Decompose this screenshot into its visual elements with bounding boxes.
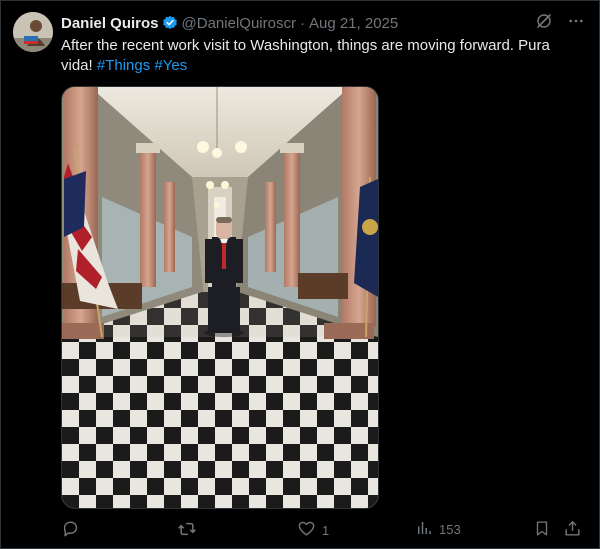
tweet-text: After the recent work visit to Washingto… [61, 36, 581, 76]
tweet-photo[interactable] [61, 86, 379, 509]
retweet-icon [177, 519, 197, 542]
post-date[interactable]: Aug 21, 2025 [309, 15, 398, 32]
hashtag-link[interactable]: #Things [97, 57, 150, 74]
bookmark-button[interactable] [533, 519, 551, 541]
separator-dot: · [299, 14, 305, 32]
grok-icon[interactable] [535, 12, 553, 34]
verified-badge-icon [162, 15, 178, 31]
like-icon [297, 519, 316, 541]
reply-button[interactable] [61, 519, 80, 541]
avatar[interactable] [13, 12, 53, 52]
author-name[interactable]: Daniel Quiros [61, 15, 159, 32]
bookmark-icon [533, 519, 551, 541]
views-button[interactable]: 153 [415, 519, 461, 540]
hashtag-link[interactable]: #Yes [154, 57, 187, 74]
more-icon[interactable] [567, 12, 585, 34]
tweet-card[interactable]: Daniel Quiros @DanielQuiroscr · Aug 21, … [0, 0, 600, 549]
reply-icon [61, 519, 80, 541]
action-bar: 1 153 [61, 519, 586, 541]
share-icon [563, 519, 582, 541]
retweet-button[interactable] [177, 519, 197, 542]
author-handle[interactable]: @DanielQuiroscr [182, 15, 296, 32]
tweet-header: Daniel Quiros @DanielQuiroscr · Aug 21, … [61, 13, 585, 33]
like-button[interactable]: 1 [297, 519, 329, 541]
share-button[interactable] [563, 519, 582, 541]
view-count: 153 [439, 522, 461, 537]
views-icon [415, 519, 433, 540]
like-count: 1 [322, 522, 330, 538]
